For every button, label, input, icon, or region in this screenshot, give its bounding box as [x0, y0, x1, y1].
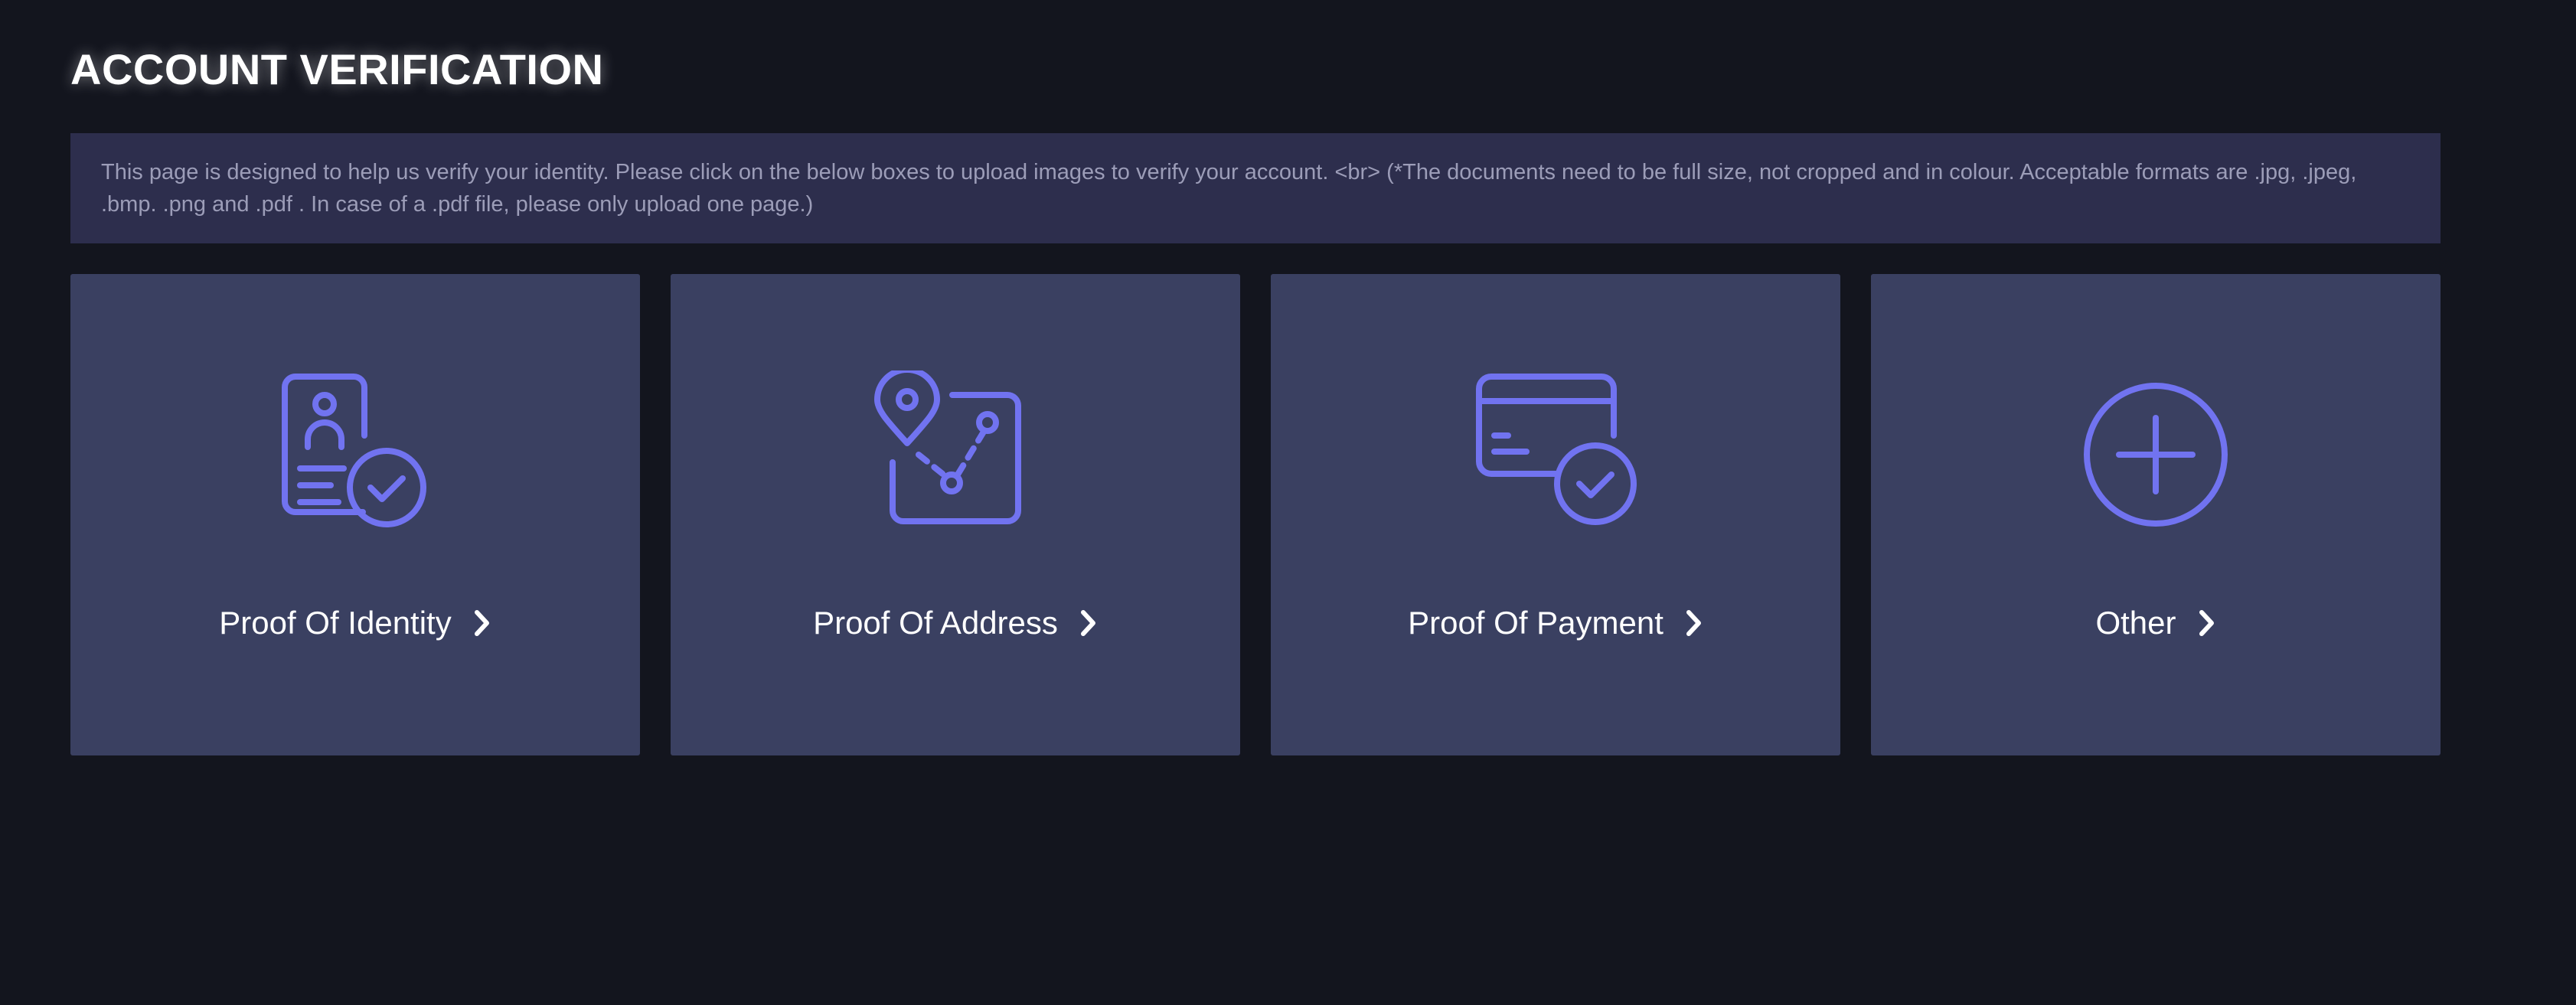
info-box: This page is designed to help us verify … [70, 133, 2441, 243]
proof-of-payment-card[interactable]: Proof Of Payment [1271, 274, 1840, 755]
page-title: ACCOUNT VERIFICATION [70, 45, 604, 93]
proof-of-identity-card[interactable]: Proof Of Identity [70, 274, 640, 755]
credit-card-check-icon [1471, 370, 1640, 539]
proof-of-address-card[interactable]: Proof Of Address [671, 274, 1240, 755]
verification-cards: Proof Of Identity Proof Of Address Proof… [70, 274, 2441, 755]
id-card-check-icon [271, 370, 439, 539]
card-label: Other [2095, 605, 2176, 641]
info-text: This page is designed to help us verify … [101, 160, 2357, 217]
card-footer: Other [1871, 605, 2441, 641]
account-verification-page: ACCOUNT VERIFICATION This page is design… [0, 0, 2576, 1005]
card-label: Proof Of Identity [219, 605, 452, 641]
chevron-right-icon [1686, 610, 1701, 636]
chevron-right-icon [1080, 610, 1095, 636]
card-footer: Proof Of Payment [1271, 605, 1840, 641]
card-footer: Proof Of Address [671, 605, 1240, 641]
other-card[interactable]: Other [1871, 274, 2441, 755]
card-label: Proof Of Address [813, 605, 1058, 641]
plus-circle-icon [2072, 370, 2240, 539]
card-footer: Proof Of Identity [70, 605, 640, 641]
map-pin-route-icon [871, 370, 1040, 539]
card-label: Proof Of Payment [1408, 605, 1663, 641]
chevron-right-icon [474, 610, 489, 636]
chevron-right-icon [2199, 610, 2214, 636]
